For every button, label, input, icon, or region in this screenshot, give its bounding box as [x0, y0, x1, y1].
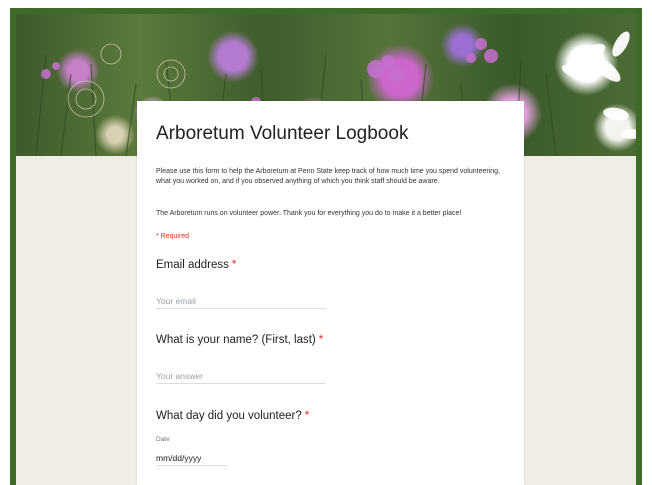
name-input[interactable] — [156, 369, 326, 384]
required-note: * Required — [156, 233, 190, 240]
form-description: Please use this form to help the Arboret… — [156, 168, 500, 185]
form-frame: Arboretum Volunteer Logbook Please use t… — [10, 8, 642, 485]
form-card: Arboretum Volunteer Logbook Please use t… — [137, 101, 524, 485]
date-input[interactable]: mm/dd/yyyy — [156, 451, 228, 466]
required-asterisk: * — [318, 334, 324, 346]
date-sub-label: Date — [156, 436, 170, 443]
email-input[interactable] — [156, 294, 326, 309]
required-asterisk: * — [231, 259, 237, 271]
form-page: Arboretum Volunteer Logbook Please use t… — [16, 14, 636, 485]
date-question-text: What day did you volunteer? — [156, 410, 302, 422]
name-question-text: What is your name? (First, last) — [156, 334, 316, 346]
name-question-label: What is your name? (First, last) * — [156, 334, 323, 346]
form-title: Arboretum Volunteer Logbook — [156, 123, 409, 144]
required-asterisk: * — [304, 410, 310, 422]
form-description-secondary: The Arboretum runs on volunteer power. T… — [156, 210, 462, 217]
email-question-label: Email address * — [156, 259, 236, 271]
date-question-label: What day did you volunteer? * — [156, 410, 309, 422]
email-question-text: Email address — [156, 259, 229, 271]
